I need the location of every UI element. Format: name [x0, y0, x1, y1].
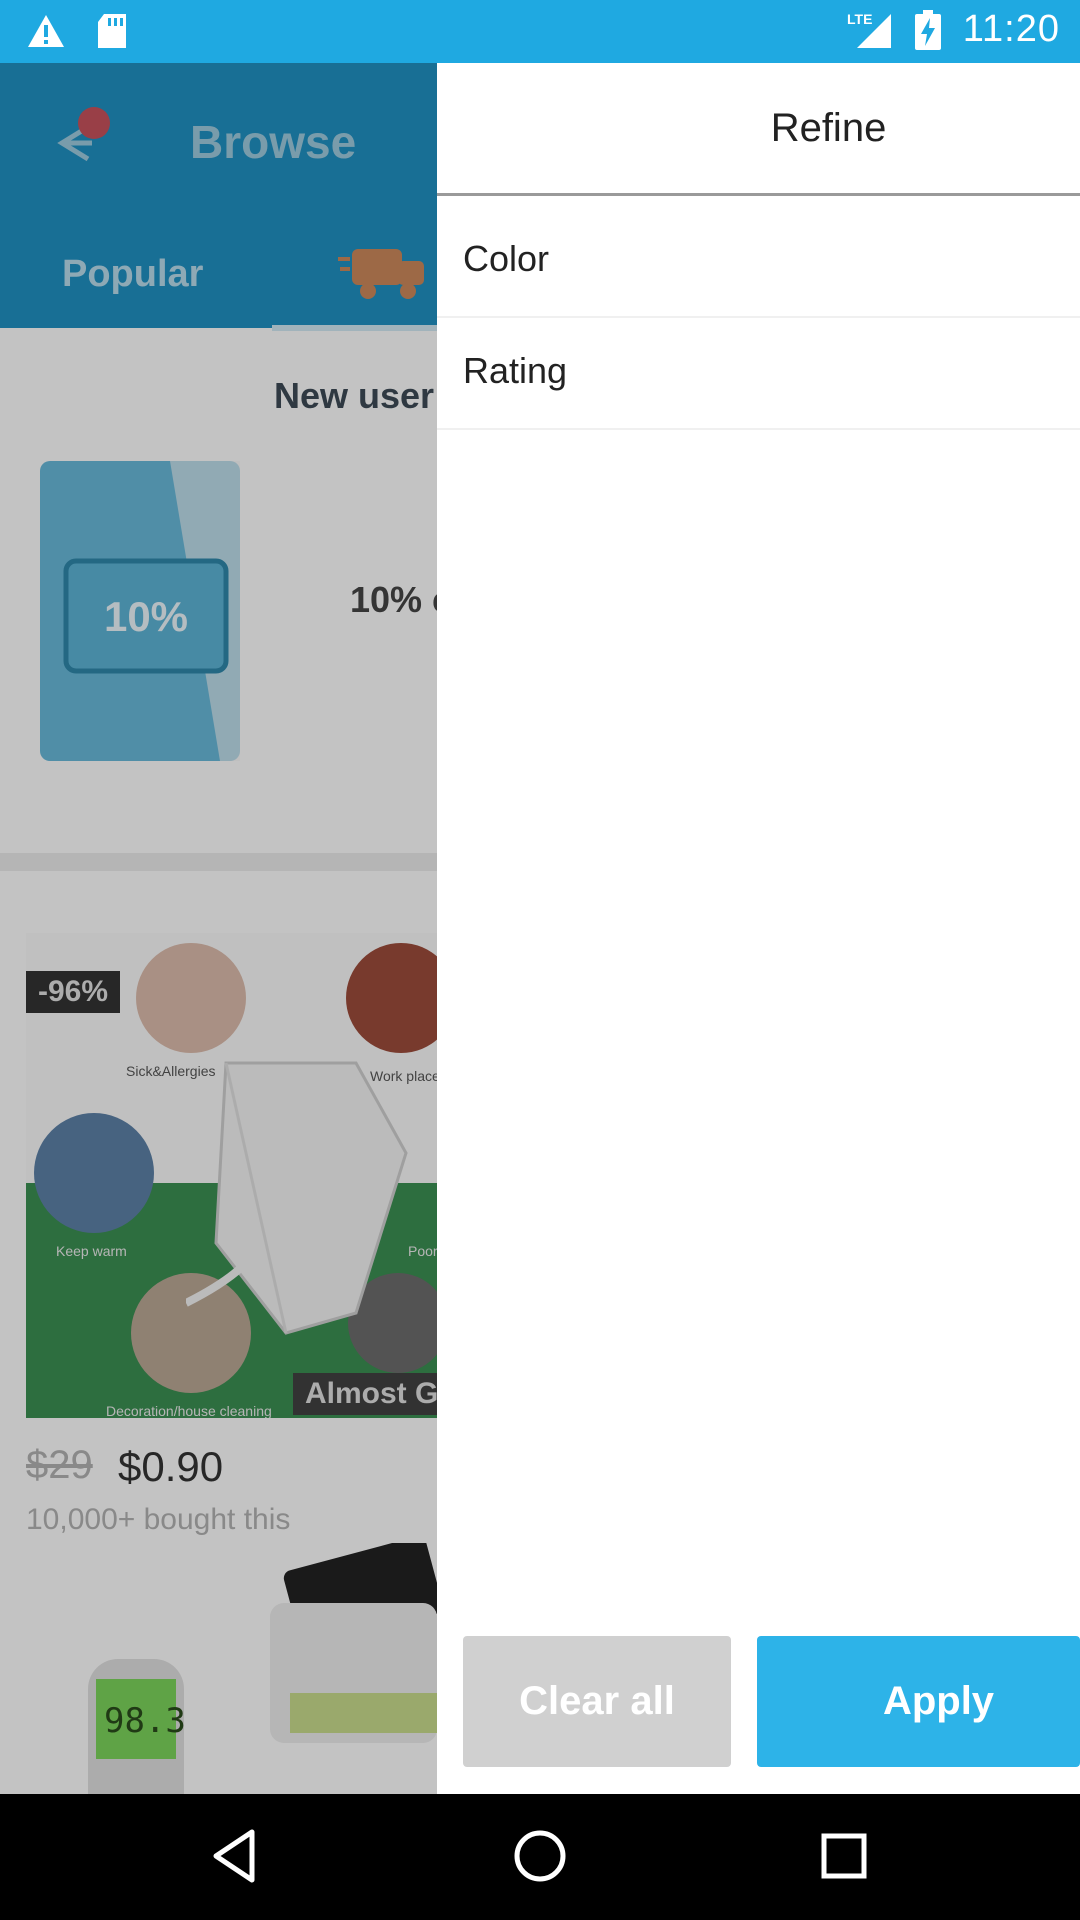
filter-color-label: Color — [463, 238, 550, 279]
clock: 11:20 — [962, 8, 1060, 50]
battery-charging-icon — [914, 9, 941, 50]
apply-button[interactable]: Apply — [757, 1636, 1080, 1767]
signal-icon: LTE — [847, 11, 891, 48]
back-icon[interactable] — [204, 1824, 268, 1888]
drawer-title: Refine — [437, 63, 1080, 193]
scrim-overlay[interactable] — [0, 63, 437, 1794]
drawer-title-text: Refine — [770, 105, 887, 150]
filter-rating-label: Rating — [463, 350, 568, 391]
sd-card-icon — [98, 14, 126, 48]
filter-rating[interactable]: Rating — [437, 318, 1080, 430]
home-icon[interactable] — [508, 1824, 572, 1888]
clear-all-button[interactable]: Clear all — [463, 1636, 731, 1767]
navigation-bar — [0, 1794, 1080, 1920]
refine-drawer: Refine Color Rating Clear all Apply — [437, 63, 1080, 1794]
network-type: LTE — [847, 11, 872, 27]
filter-color[interactable]: Color — [437, 206, 1080, 318]
warning-icon — [28, 15, 64, 47]
apply-button-label: Apply — [882, 1679, 995, 1723]
status-bar: LTE 11:20 — [0, 0, 1080, 63]
recents-icon[interactable] — [812, 1824, 876, 1888]
title-divider — [437, 193, 1080, 196]
